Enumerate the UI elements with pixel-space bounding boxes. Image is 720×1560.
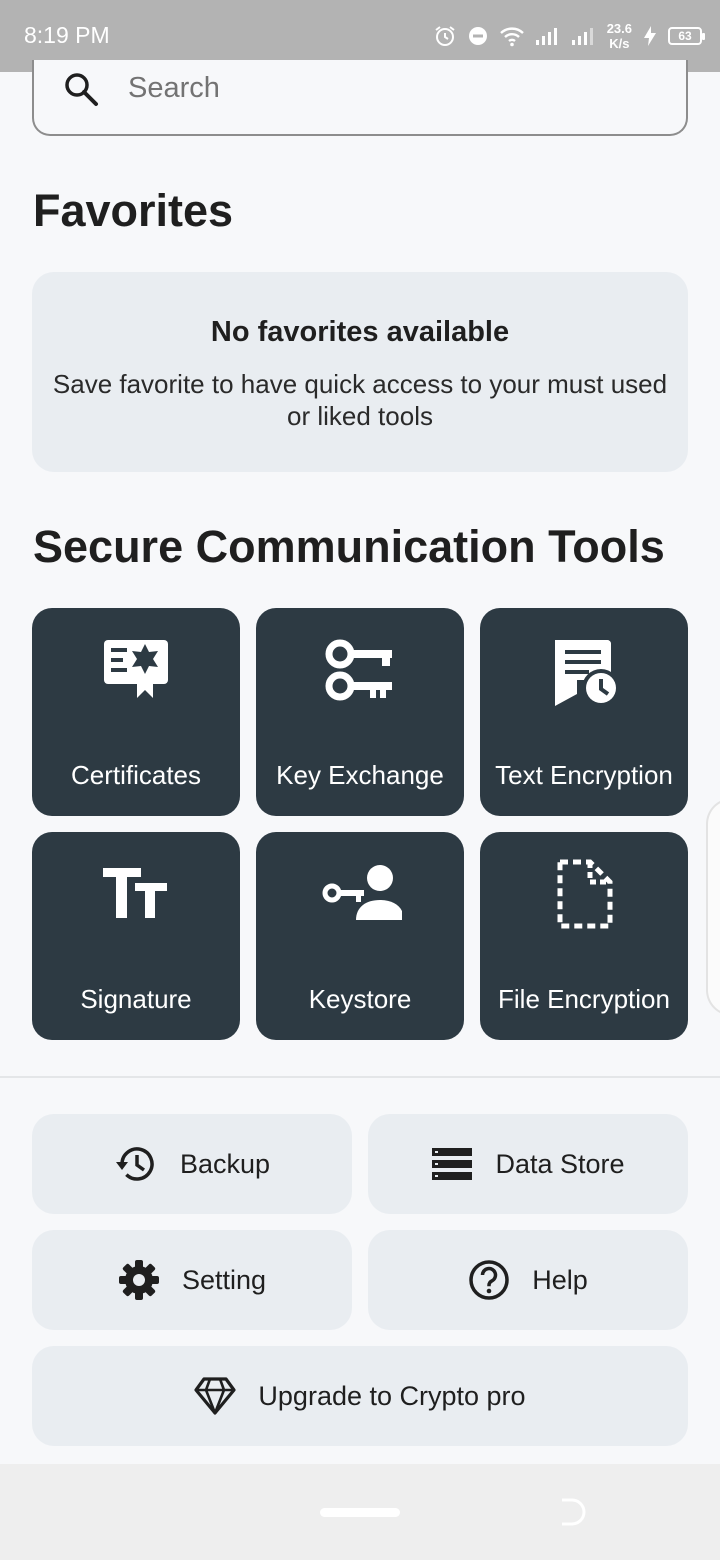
network-speed-unit: K/s bbox=[609, 36, 630, 51]
upgrade-label: Upgrade to Crypto pro bbox=[258, 1380, 526, 1411]
history-icon bbox=[115, 1147, 154, 1181]
gear-icon bbox=[118, 1260, 159, 1300]
data-store-label: Data Store bbox=[495, 1148, 625, 1179]
keys-icon bbox=[325, 639, 392, 701]
help-label: Help bbox=[532, 1264, 588, 1295]
home-gesture-pill[interactable] bbox=[320, 1508, 400, 1517]
text-size-icon bbox=[103, 868, 167, 918]
tool-text-encryption[interactable]: Text Encryption bbox=[480, 608, 688, 816]
help-button[interactable]: Help bbox=[368, 1230, 688, 1330]
search-bar[interactable] bbox=[32, 60, 688, 136]
tool-file-encryption[interactable]: File Encryption bbox=[480, 832, 688, 1040]
key-person-icon bbox=[322, 865, 402, 920]
charging-icon bbox=[644, 26, 656, 46]
dashed-file-icon bbox=[557, 859, 613, 929]
tool-label: Certificates bbox=[70, 760, 202, 790]
search-icon bbox=[65, 73, 98, 106]
tool-label: Text Encryption bbox=[495, 760, 673, 790]
network-speed: 23.6 K/s bbox=[607, 21, 632, 51]
upgrade-button[interactable]: Upgrade to Crypto pro bbox=[32, 1346, 688, 1446]
search-input[interactable] bbox=[128, 68, 648, 108]
setting-button[interactable]: Setting bbox=[32, 1230, 352, 1330]
divider bbox=[0, 1076, 720, 1078]
tool-label: Keystore bbox=[308, 984, 412, 1014]
edge-panel-handle[interactable] bbox=[706, 798, 720, 1016]
status-time: 8:19 PM bbox=[24, 22, 110, 48]
battery-level: 63 bbox=[678, 29, 692, 43]
tool-label: Key Exchange bbox=[276, 760, 444, 790]
tool-key-exchange[interactable]: Key Exchange bbox=[256, 608, 464, 816]
favorites-empty-description: Save favorite to have quick access to yo… bbox=[52, 369, 668, 431]
status-icons: 23.6 K/s 63 bbox=[433, 16, 705, 56]
data-store-button[interactable]: Data Store bbox=[368, 1114, 688, 1214]
favorites-title: Favorites bbox=[33, 185, 234, 236]
tool-signature[interactable]: Signature bbox=[32, 832, 240, 1040]
signal-icon bbox=[535, 28, 557, 45]
alarm-icon bbox=[435, 26, 455, 46]
help-icon bbox=[469, 1260, 509, 1300]
tool-label: Signature bbox=[80, 984, 192, 1014]
signal-icon-2 bbox=[571, 28, 593, 45]
do-not-disturb-icon bbox=[468, 27, 487, 45]
system-navigation-bar bbox=[0, 1464, 720, 1560]
tools-title: Secure Communication Tools bbox=[33, 521, 665, 572]
diamond-icon bbox=[194, 1377, 237, 1415]
backup-button[interactable]: Backup bbox=[32, 1114, 352, 1214]
network-speed-value: 23.6 bbox=[606, 21, 632, 36]
back-gesture-icon[interactable] bbox=[556, 1496, 588, 1528]
tool-label: File Encryption bbox=[498, 984, 670, 1014]
backup-label: Backup bbox=[179, 1148, 271, 1179]
storage-icon bbox=[432, 1148, 473, 1180]
tool-keystore[interactable]: Keystore bbox=[256, 832, 464, 1040]
certificate-icon bbox=[104, 640, 168, 698]
favorites-empty-card: No favorites available Save favorite to … bbox=[32, 272, 688, 472]
tool-certificates[interactable]: Certificates bbox=[32, 608, 240, 816]
setting-label: Setting bbox=[181, 1264, 267, 1295]
document-clock-icon bbox=[555, 640, 620, 707]
favorites-empty-title: No favorites available bbox=[210, 316, 510, 348]
wifi-icon bbox=[499, 27, 524, 47]
battery-indicator: 63 bbox=[668, 27, 705, 45]
